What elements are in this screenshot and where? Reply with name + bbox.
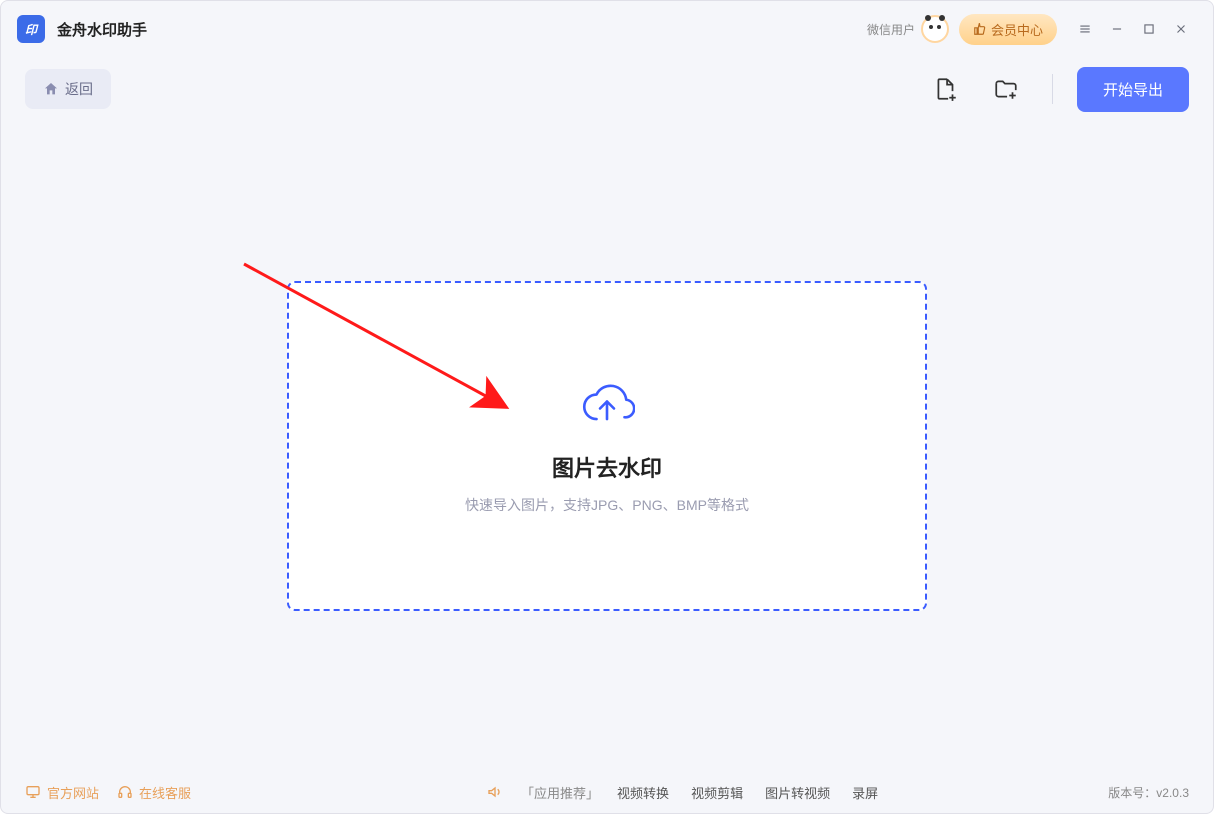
vip-label: 会员中心 [991,20,1043,39]
footer-tab-image-to-video[interactable]: 图片转视频 [765,783,830,802]
add-file-button[interactable] [924,67,968,111]
footer-tab-video-edit[interactable]: 视频剪辑 [691,783,743,802]
main-area: 图片去水印 快速导入图片，支持JPG、PNG、BMP等格式 [1,121,1213,771]
cloud-upload-icon [579,377,635,433]
official-site-link[interactable]: 官方网站 [25,783,99,802]
online-service-link[interactable]: 在线客服 [117,783,191,802]
monitor-icon [25,784,41,800]
add-folder-button[interactable] [984,67,1028,111]
minimize-button[interactable] [1101,13,1133,45]
folder-add-icon [993,76,1019,102]
back-button[interactable]: 返回 [25,69,111,109]
footer: 官方网站 在线客服 「应用推荐」 视频转换 视频剪辑 图片转视频 录屏 版本号：… [1,771,1213,813]
version-label: 版本号：v2.0.3 [1108,784,1189,801]
footer-tab-video-convert[interactable]: 视频转换 [617,783,669,802]
toolbar-divider [1052,74,1053,104]
file-add-icon [933,76,959,102]
headset-icon [117,784,133,800]
recommend-label: 「应用推荐」 [521,783,599,802]
export-button[interactable]: 开始导出 [1077,67,1189,112]
dropzone-subtitle: 快速导入图片，支持JPG、PNG、BMP等格式 [465,495,749,515]
vip-center-button[interactable]: 会员中心 [959,14,1057,45]
app-title: 金舟水印助手 [57,19,147,40]
app-window: 印 金舟水印助手 微信用户 会员中心 返回 [0,0,1214,814]
maximize-button[interactable] [1133,13,1165,45]
user-avatar[interactable] [921,15,949,43]
speaker-icon [487,784,503,800]
footer-tab-screen-record[interactable]: 录屏 [852,783,878,802]
home-icon [43,81,59,97]
toolbar: 返回 开始导出 [1,57,1213,121]
dropzone-title: 图片去水印 [552,451,662,483]
upload-dropzone[interactable]: 图片去水印 快速导入图片，支持JPG、PNG、BMP等格式 [287,281,927,611]
footer-tabs: 视频转换 视频剪辑 图片转视频 录屏 [617,783,878,802]
back-label: 返回 [65,79,93,99]
official-site-label: 官方网站 [47,783,99,802]
app-logo: 印 [17,15,45,43]
close-button[interactable] [1165,13,1197,45]
online-service-label: 在线客服 [139,783,191,802]
user-label: 微信用户 [867,21,915,38]
titlebar: 印 金舟水印助手 微信用户 会员中心 [1,1,1213,57]
thumbs-up-icon [973,22,987,36]
menu-button[interactable] [1069,13,1101,45]
